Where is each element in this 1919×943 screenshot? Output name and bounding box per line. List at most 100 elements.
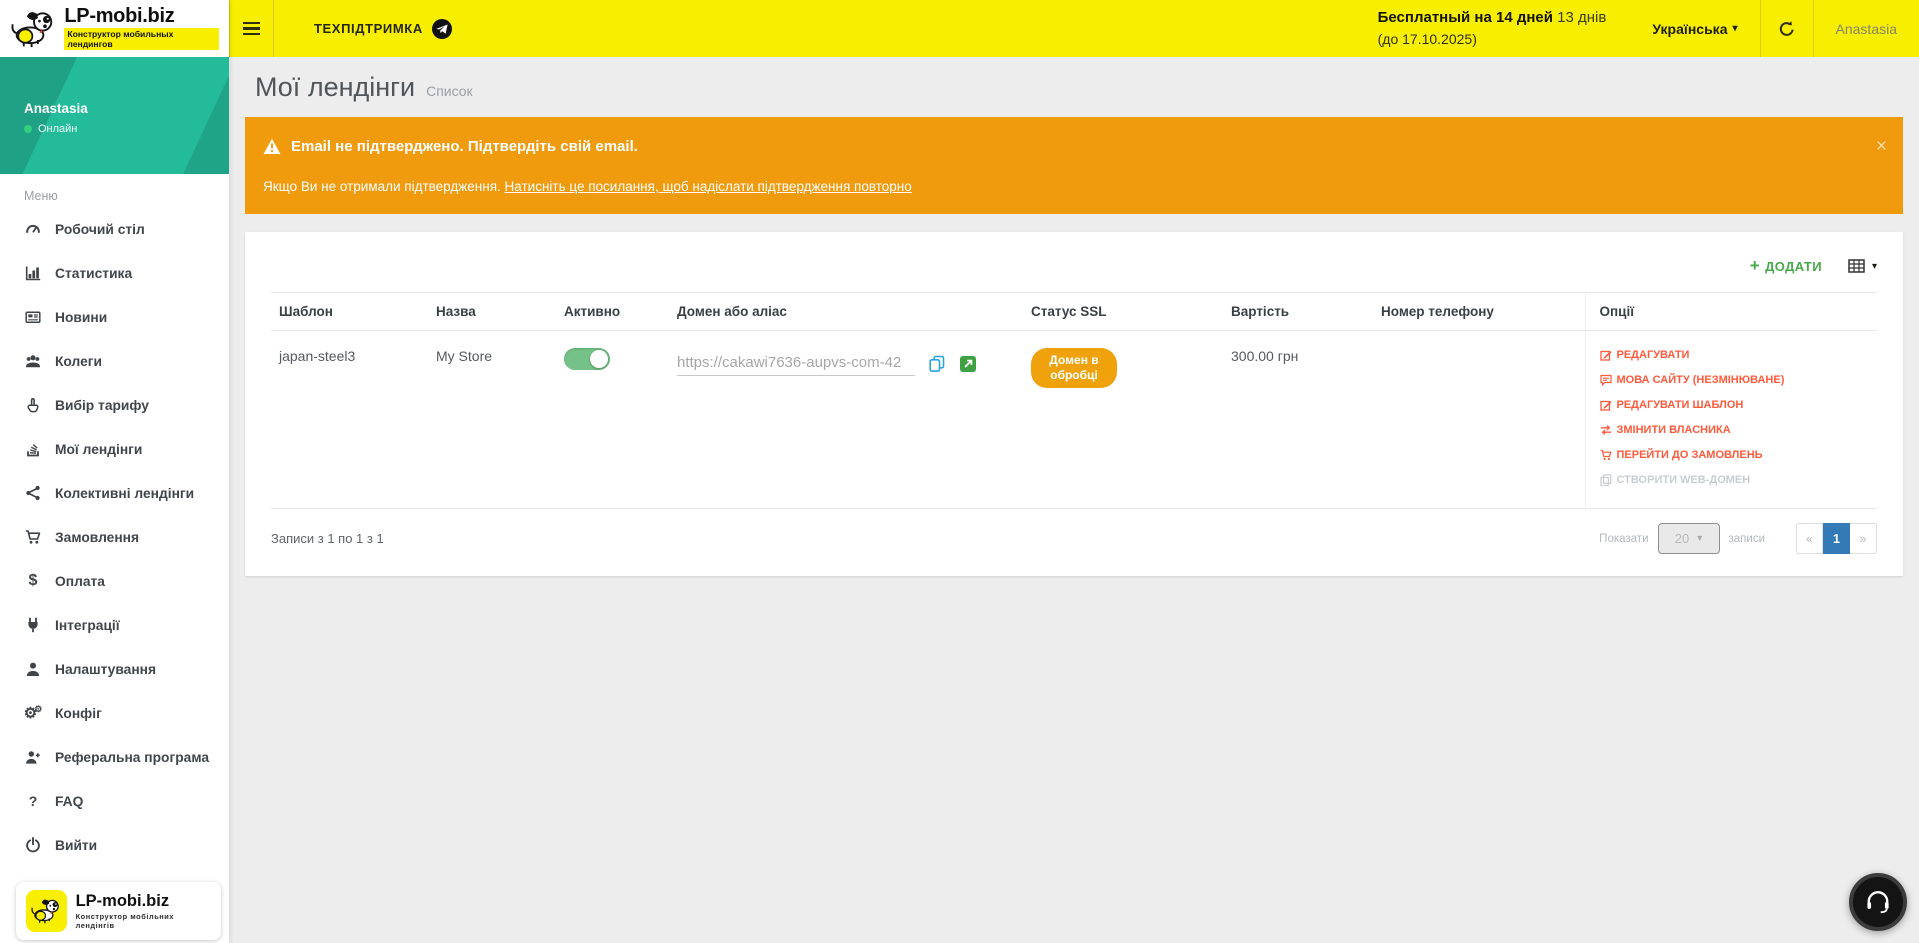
sidebar-item-payment[interactable]: $ Оплата xyxy=(0,559,229,603)
sidebar-item-referral[interactable]: Реферальна програма xyxy=(0,735,229,779)
sidebar-item-news[interactable]: Новини xyxy=(0,295,229,339)
share-icon xyxy=(24,485,42,501)
dog-mascot-icon xyxy=(8,9,58,49)
support-link[interactable]: ТЕХПІДТРИМКА xyxy=(274,0,474,57)
chat-widget-button[interactable] xyxy=(1849,873,1907,931)
pager: « 1 » xyxy=(1796,523,1877,554)
bar-chart-icon xyxy=(24,265,42,281)
option-go-to-orders[interactable]: ПЕРЕЙТИ ДО ЗАМОВЛЕНЬ xyxy=(1600,449,1763,461)
sidebar-item-logout[interactable]: Вийти xyxy=(0,823,229,867)
sidebar-item-label: Колеги xyxy=(55,354,102,369)
banner-title: Email не підтверджено. Підтвердіть свій … xyxy=(291,138,638,155)
sidebar-footer-logo[interactable]: LP-mobi.biz Конструктор мобільних лендін… xyxy=(16,882,221,940)
option-site-language[interactable]: МОВА САЙТУ (НЕЗМІНЮВАНЕ) xyxy=(1600,374,1785,386)
resend-confirmation-link[interactable]: Натисніть це посилання, щоб надіслати пі… xyxy=(505,179,912,194)
add-button-label: ДОДАТИ xyxy=(1765,259,1822,274)
telegram-icon xyxy=(432,19,452,39)
add-landing-button[interactable]: + ДОДАТИ xyxy=(1750,256,1822,276)
hamburger-menu-button[interactable] xyxy=(229,0,274,57)
account-menu[interactable]: Anastasia xyxy=(1814,0,1919,57)
app-window: LP-mobi.biz Конструктор мобильных лендин… xyxy=(0,0,1919,943)
domain-input[interactable] xyxy=(677,352,915,376)
sidebar-item-label: Колективні лендінги xyxy=(55,486,194,501)
power-icon xyxy=(24,837,42,853)
active-toggle[interactable] xyxy=(564,348,610,370)
language-icon xyxy=(1600,374,1612,386)
option-edit-template[interactable]: РЕДАГУВАТИ ШАБЛОН xyxy=(1600,399,1744,411)
hamburger-menu-icon xyxy=(243,22,260,35)
ssl-status-badge: Домен в обробці xyxy=(1031,348,1117,388)
page-title: Мої лендінги xyxy=(255,72,415,103)
sidebar-menu: Робочий стіл Статистика Новини Колеги Ви… xyxy=(0,207,229,943)
plug-icon xyxy=(24,617,42,633)
footer-logo-tagline: Конструктор мобільних лендінгів xyxy=(76,912,211,930)
sidebar-item-tariff[interactable]: Вибір тарифу xyxy=(0,383,229,427)
copy-domain-button[interactable] xyxy=(928,355,946,373)
toggle-knob xyxy=(590,350,608,368)
table-row: japan-steel3 My Store xyxy=(271,331,1877,509)
sidebar-item-label: Конфіг xyxy=(55,706,102,721)
page-1-button[interactable]: 1 xyxy=(1823,523,1850,554)
pagination-bar: Записи з 1 по 1 з 1 Показати 20 ▾ записи… xyxy=(271,509,1877,576)
sidebar-item-orders[interactable]: Замовлення xyxy=(0,515,229,559)
edit-icon xyxy=(1600,399,1612,411)
sidebar-item-settings[interactable]: Налаштування xyxy=(0,647,229,691)
sidebar-item-colleagues[interactable]: Колеги xyxy=(0,339,229,383)
chevron-down-icon: ▾ xyxy=(1872,261,1877,272)
chevron-down-icon: ▾ xyxy=(1732,23,1737,34)
refresh-icon xyxy=(1778,20,1796,38)
column-header-active: Активно xyxy=(556,293,669,331)
prev-page-button[interactable]: « xyxy=(1796,523,1823,554)
cell-ssl: Домен в обробці xyxy=(1023,331,1223,509)
cart-icon xyxy=(1600,449,1612,461)
option-create-web-domain[interactable]: СТВОРИТИ WEB-ДОМЕН xyxy=(1600,474,1751,486)
table-grid-icon xyxy=(1848,258,1865,274)
dashboard-icon xyxy=(24,221,42,237)
page-size-select[interactable]: 20 ▾ xyxy=(1658,523,1720,554)
close-icon[interactable]: × xyxy=(1876,137,1887,156)
headset-icon xyxy=(1865,890,1891,914)
records-info: Записи з 1 по 1 з 1 xyxy=(271,531,384,546)
sidebar-item-label: Новини xyxy=(55,310,107,325)
trial-plan-label: Бесплатный на 14 дней xyxy=(1378,9,1553,26)
column-header-options: Опції xyxy=(1585,293,1877,331)
page-subtitle: Список xyxy=(426,83,473,99)
main-area: ТЕХПІДТРИМКА Бесплатный на 14 дней 13 дн… xyxy=(229,0,1919,943)
sidebar-user-name: Anastasia xyxy=(24,101,88,116)
landings-card: + ДОДАТИ ▾ Шаблон Назва Активно xyxy=(245,232,1903,576)
sidebar-user-status: Онлайн xyxy=(24,123,77,135)
sidebar: LP-mobi.biz Конструктор мобильных лендин… xyxy=(0,0,229,943)
logo-tagline: Конструктор мобильных лендингов xyxy=(64,28,219,50)
refresh-button[interactable] xyxy=(1761,0,1813,57)
sidebar-logo[interactable]: LP-mobi.biz Конструктор мобильных лендин… xyxy=(0,0,229,57)
sidebar-item-statistics[interactable]: Статистика xyxy=(0,251,229,295)
column-header-price: Вартість xyxy=(1223,293,1373,331)
columns-dropdown-button[interactable]: ▾ xyxy=(1848,258,1877,274)
page-header: Мої лендінги Список xyxy=(229,57,1919,115)
sidebar-item-faq[interactable]: ? FAQ xyxy=(0,779,229,823)
question-icon: ? xyxy=(24,793,42,809)
users-icon xyxy=(24,353,42,369)
trial-until-date: (до 17.10.2025) xyxy=(1378,29,1607,49)
sidebar-item-label: Робочий стіл xyxy=(55,222,145,237)
language-selector[interactable]: Українська ▾ xyxy=(1630,0,1759,57)
sidebar-item-label: Оплата xyxy=(55,574,105,589)
dog-mascot-icon xyxy=(26,890,67,932)
column-header-domain: Домен або аліас xyxy=(669,293,1023,331)
option-change-owner[interactable]: ЗМІНИТИ ВЛАСНИКА xyxy=(1600,424,1731,436)
table-header-row: Шаблон Назва Активно Домен або аліас Ста… xyxy=(271,293,1877,331)
sidebar-item-config[interactable]: ⚙⚙ Конфіг xyxy=(0,691,229,735)
top-bar: ТЕХПІДТРИМКА Бесплатный на 14 дней 13 дн… xyxy=(229,0,1919,57)
open-landing-button[interactable] xyxy=(959,355,977,373)
show-label: Показати xyxy=(1599,533,1648,545)
sidebar-item-integrations[interactable]: Інтеграції xyxy=(0,603,229,647)
sidebar-item-label: Налаштування xyxy=(55,662,156,677)
sidebar-item-collective-landings[interactable]: Колективні лендінги xyxy=(0,471,229,515)
trial-days-left: 13 днів xyxy=(1557,9,1606,26)
sidebar-item-dashboard[interactable]: Робочий стіл xyxy=(0,207,229,251)
option-edit[interactable]: РЕДАГУВАТИ xyxy=(1600,349,1690,361)
cell-phone xyxy=(1373,331,1585,509)
sidebar-item-my-landings[interactable]: Мої лендінги xyxy=(0,427,229,471)
card-toolbar: + ДОДАТИ ▾ xyxy=(271,232,1877,292)
next-page-button[interactable]: » xyxy=(1850,523,1877,554)
